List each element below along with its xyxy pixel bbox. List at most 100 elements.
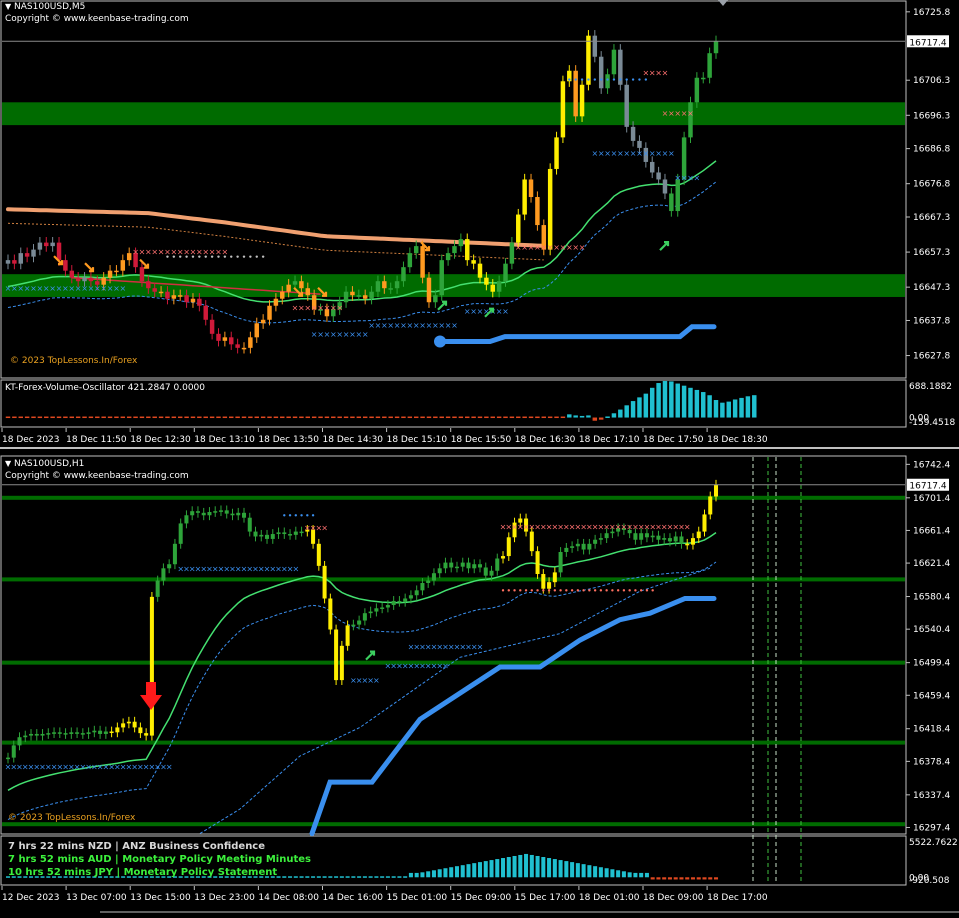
top-candle-body <box>701 77 706 80</box>
top-candle-body <box>254 323 259 338</box>
top-candle-body <box>592 35 598 57</box>
bottom-candle-body <box>144 733 149 736</box>
bottom-candle-body <box>639 533 644 540</box>
top-oscillator-bar <box>88 416 94 419</box>
top-oscillator-bar <box>656 383 661 418</box>
bottom-oscillator-bar <box>708 877 713 880</box>
bottom-oscillator-bar <box>385 876 390 878</box>
top-signal-dot <box>644 78 648 81</box>
bottom-signal-cross: × <box>373 676 380 685</box>
top-candle-body <box>146 281 151 289</box>
top-candle-body <box>203 305 208 320</box>
bottom-signal-dot <box>283 514 286 517</box>
top-candle-body <box>420 246 425 278</box>
top-candle-body <box>407 253 413 268</box>
bottom-oscillator-bar <box>311 876 316 878</box>
bottom-oscillator-bar <box>656 877 661 880</box>
top-candle-body <box>707 53 712 78</box>
bottom-oscillator-bar <box>408 872 413 878</box>
bottom-oscillator-bar <box>524 853 529 878</box>
bottom-x-tick-label: 18 Dec 09:00 <box>643 893 704 903</box>
top-oscillator-bar <box>133 416 138 419</box>
bottom-candle-body <box>598 538 603 540</box>
bottom-candle-body <box>420 582 425 591</box>
bottom-oscillator-bar <box>466 864 471 878</box>
bottom-candle-body <box>696 531 701 539</box>
bottom-osc-top-label: 5522.7622 <box>909 838 958 848</box>
top-candle-body <box>433 295 438 303</box>
bottom-level-line-1 <box>2 577 905 582</box>
top-candle-body <box>56 242 62 261</box>
bottom-candle-body <box>276 532 281 535</box>
bottom-y-tick-label: 16540.4 <box>913 625 950 635</box>
bottom-signal-dot <box>628 589 631 592</box>
top-candle-body <box>260 319 266 324</box>
top-candle-body <box>24 253 30 257</box>
top-candle-body <box>273 298 279 306</box>
top-oscillator-bar <box>662 381 668 418</box>
bottom-candle-body <box>23 735 28 738</box>
top-oscillator-bar <box>152 416 157 419</box>
top-oscillator-bar <box>248 416 253 419</box>
top-y-tick-label: 16696.3 <box>913 111 950 121</box>
top-x-tick-label: 18 Dec 13:50 <box>258 435 319 445</box>
bottom-x-tick-label: 15 Dec 01:00 <box>387 893 448 903</box>
bottom-candle-body <box>483 567 488 576</box>
bottom-signal-dot <box>288 514 292 517</box>
top-oscillator-bar <box>18 416 23 419</box>
bottom-level-line-0 <box>2 495 905 500</box>
top-oscillator-bar <box>630 401 636 418</box>
bottom-oscillator-bar <box>558 860 563 878</box>
top-signal-dot <box>255 255 258 258</box>
bottom-oscillator-bar <box>374 876 379 878</box>
bottom-oscillator-bar <box>604 868 609 878</box>
top-signal-dot <box>179 255 182 258</box>
bottom-oscillator-bar <box>299 876 304 878</box>
top-oscillator-bar <box>101 416 106 419</box>
top-candle-body <box>280 291 285 299</box>
top-oscillator-bar <box>618 409 623 418</box>
top-signal-dot <box>191 255 195 258</box>
bottom-oscillator-bar <box>529 854 534 878</box>
top-candle-body <box>560 81 566 138</box>
top-candle-body <box>356 295 362 297</box>
top-signal-dot <box>612 78 616 81</box>
bottom-oscillator-bar <box>449 867 454 878</box>
top-oscillator-bar <box>222 416 228 419</box>
bottom-candle-body <box>403 598 408 602</box>
top-signal-dot <box>606 78 609 81</box>
bottom-oscillator-bar <box>552 859 557 878</box>
bottom-candle-body <box>5 757 11 760</box>
bottom-candle-body <box>63 733 68 735</box>
top-oscillator-bar <box>299 416 304 419</box>
top-candle-body <box>452 246 457 254</box>
top-oscillator-bar <box>420 416 425 419</box>
bottom-y-tick-label: 16459.4 <box>913 691 950 701</box>
top-oscillator-bar <box>95 416 100 419</box>
bottom-oscillator-bar <box>662 877 667 880</box>
top-sell-arrow <box>139 258 150 269</box>
bottom-candle-body <box>121 723 126 728</box>
bottom-candle-body <box>662 538 667 540</box>
top-oscillator-bar <box>713 400 719 418</box>
top-candle-body <box>114 270 119 273</box>
top-candle-body <box>37 242 43 250</box>
bottom-signal-dot <box>501 589 505 592</box>
top-oscillator-bar <box>477 416 483 419</box>
bottom-signal-dot <box>519 589 522 592</box>
bottom-oscillator-bar <box>639 872 644 878</box>
bottom-candle-body <box>679 536 684 544</box>
top-candle-body <box>343 291 349 303</box>
bottom-signal-dot <box>634 589 637 592</box>
top-signal-dot <box>236 255 239 258</box>
top-candle-body <box>184 295 189 303</box>
bottom-oscillator-bar <box>633 872 638 878</box>
top-signal-dot <box>242 255 246 258</box>
bottom-x-tick-label: 15 Dec 17:00 <box>515 893 576 903</box>
top-candle-body <box>362 295 368 299</box>
top-oscillator-bar <box>535 416 540 419</box>
top-y-tick-label: 16686.8 <box>913 145 950 155</box>
top-candle-body <box>490 284 495 292</box>
top-candle-body <box>216 333 221 341</box>
bottom-candle-body <box>454 566 459 569</box>
